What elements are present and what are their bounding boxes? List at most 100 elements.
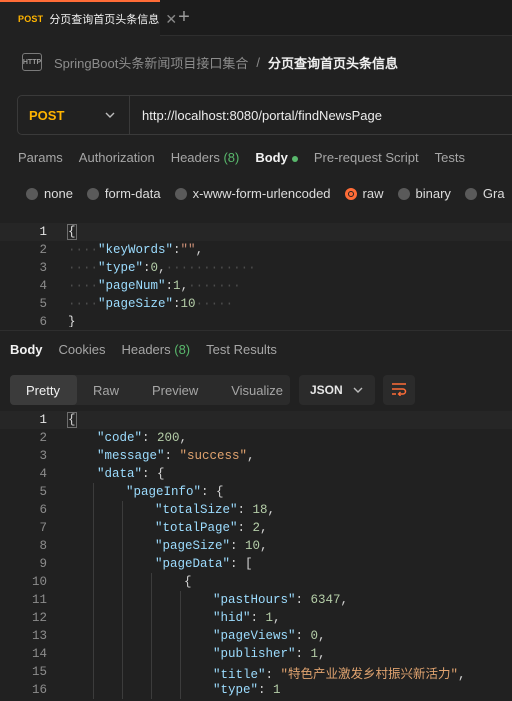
body-indicator-dot <box>291 155 298 162</box>
json-key: "code" <box>97 431 143 445</box>
body-type-binary[interactable]: binary <box>397 186 451 201</box>
request-tabs: Params Authorization Headers (8) Body Pr… <box>18 150 481 165</box>
resp-tab-cookies[interactable]: Cookies <box>59 342 106 357</box>
response-body-viewer[interactable]: 1{2 "code": 200, 3 "message": "success", 4 "d… <box>0 411 512 701</box>
code-text: "data": { <box>97 467 165 481</box>
resp-tab-headers[interactable]: Headers (8) <box>121 342 190 357</box>
request-body-editor[interactable]: 1 { 2 ····"keyWords":"", 3 ····"type":0,… <box>0 223 512 327</box>
view-preview-button[interactable]: Preview <box>136 375 215 405</box>
view-raw-button[interactable]: Raw <box>77 375 136 405</box>
breadcrumb-request-name[interactable]: 分页查询首页头条信息 <box>268 53 398 72</box>
url-input[interactable]: http://localhost:8080/portal/findNewsPag… <box>130 108 382 123</box>
resp-tab-test-results[interactable]: Test Results <box>206 342 277 357</box>
code-line: 3 ····"type":0,············ <box>0 259 512 277</box>
code-line: 14 "publisher": 1, <box>0 645 512 663</box>
wrap-lines-icon <box>391 382 407 399</box>
json-value: 1 <box>310 647 319 661</box>
code-text: ····"pageNum":1,······· <box>68 279 241 293</box>
json-punctuation: : <box>265 667 281 682</box>
breadcrumb-collection-link[interactable]: SpringBoot头条新闻项目接口集合 <box>54 53 248 72</box>
code-line: 1{ <box>0 411 512 429</box>
body-type-raw[interactable]: raw <box>344 186 384 201</box>
json-colon: : <box>143 261 151 275</box>
format-select[interactable]: JSON <box>299 375 375 405</box>
json-key: "pageSize" <box>98 297 174 311</box>
tab-headers[interactable]: Headers (8) <box>171 150 240 165</box>
line-number: 15 <box>31 665 47 679</box>
json-punctuation: : <box>142 431 158 445</box>
body-type-graphql[interactable]: Gra <box>464 186 505 201</box>
code-text: "pageInfo": { <box>126 485 224 499</box>
wrap-lines-button[interactable] <box>383 375 415 405</box>
tab-authorization[interactable]: Authorization <box>79 150 155 165</box>
json-key: "type" <box>98 261 144 275</box>
json-key: "totalPage" <box>155 521 238 535</box>
radio-label: none <box>44 186 73 201</box>
tab-label: Params <box>18 150 63 165</box>
tab-label: Cookies <box>58 342 106 357</box>
json-colon: : <box>173 243 181 257</box>
line-number: 4 <box>39 467 47 481</box>
indent-guide <box>151 573 152 699</box>
pane-divider[interactable] <box>0 330 512 331</box>
new-tab-button[interactable]: + <box>166 0 202 35</box>
body-type-form-data[interactable]: form-data <box>86 186 161 201</box>
json-value: 18 <box>252 503 268 517</box>
line-number: 3 <box>39 261 47 275</box>
radio-icon <box>397 187 410 200</box>
body-type-urlencoded[interactable]: x-www-form-urlencoded <box>174 186 331 201</box>
json-value: "特色产业激发乡村振兴新活力" <box>280 667 459 682</box>
tab-label: Body <box>255 150 288 165</box>
code-text: { <box>184 575 192 589</box>
code-line: 15 "title": "特色产业激发乡村振兴新活力", <box>0 663 512 682</box>
tab-params[interactable]: Params <box>18 150 63 165</box>
radio-label: x-www-form-urlencoded <box>192 186 331 201</box>
json-comma: , <box>195 243 204 257</box>
method-select[interactable]: POST <box>18 96 130 134</box>
json-comma: , <box>247 449 255 463</box>
line-number: 1 <box>39 413 47 427</box>
view-visualize-button[interactable]: Visualize <box>215 375 300 405</box>
line-number: 6 <box>39 503 47 517</box>
radio-icon <box>174 187 187 200</box>
radio-label: raw <box>362 186 384 201</box>
radio-icon <box>26 187 38 200</box>
radio-icon <box>86 187 99 200</box>
tab-label: Body <box>10 342 43 357</box>
request-tab[interactable]: POST 分页查询首页头条信息 ✕ <box>0 0 177 36</box>
json-punctuation: : <box>230 539 246 553</box>
headers-count: (8) <box>174 342 191 357</box>
json-punctuation: : <box>258 683 274 697</box>
json-punctuation: : <box>295 629 311 643</box>
line-number: 3 <box>39 449 47 463</box>
url-bar: POST http://localhost:8080/portal/findNe… <box>17 95 512 135</box>
tab-body[interactable]: Body <box>255 150 298 165</box>
tab-label: Tests <box>434 150 465 165</box>
tab-title: 分页查询首页头条信息 <box>49 14 160 26</box>
json-key: "pageNum" <box>98 279 166 293</box>
json-key: "pageInfo" <box>126 485 202 499</box>
resp-tab-body[interactable]: Body <box>10 342 43 357</box>
code-text: "totalSize": 18, <box>155 503 275 517</box>
view-pretty-button[interactable]: Pretty <box>10 375 77 405</box>
json-value: 1 <box>173 279 181 293</box>
breadcrumb: HTTP SpringBoot头条新闻项目接口集合 / 分页查询首页头条信息 <box>0 36 512 88</box>
code-text: ····"pageSize":10····· <box>68 297 234 311</box>
line-number: 8 <box>39 539 47 553</box>
line-number: 2 <box>39 431 47 445</box>
json-value: "success" <box>179 449 248 463</box>
tab-tests[interactable]: Tests <box>435 150 465 165</box>
view-mode-group: Pretty Raw Preview Visualize <box>10 375 290 405</box>
code-line: 5 ····"pageSize":10····· <box>0 295 512 313</box>
body-type-none[interactable]: none <box>26 186 73 201</box>
indent-guide <box>122 501 123 699</box>
indent-guide <box>93 483 94 699</box>
json-key: "hid" <box>213 611 251 625</box>
code-text: "pageSize": 10, <box>155 539 268 553</box>
json-comma: , <box>179 431 188 445</box>
body-type-options: none form-data x-www-form-urlencoded raw… <box>26 186 512 201</box>
json-punctuation: : <box>237 521 253 535</box>
tab-pre-request-script[interactable]: Pre-request Script <box>314 150 419 165</box>
code-text: { <box>67 224 77 240</box>
code-line: 2 ····"keyWords":"", <box>0 241 512 259</box>
